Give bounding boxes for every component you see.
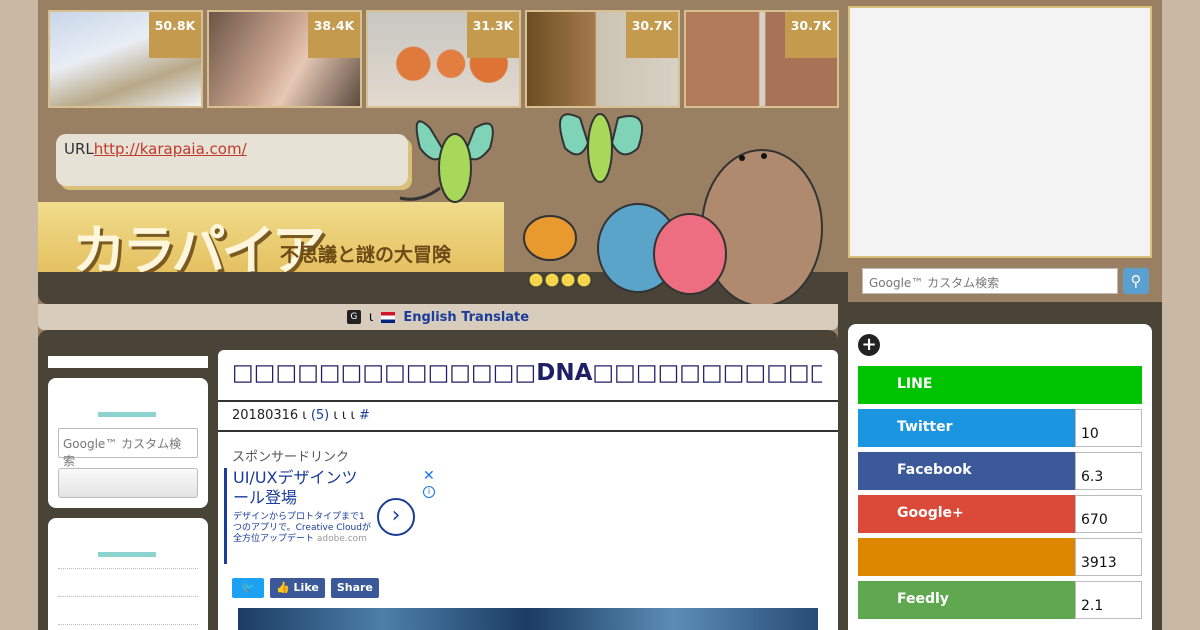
social-label: LINE [858,366,1142,404]
line-share-button[interactable]: LINE [858,366,1142,404]
article-title[interactable]: □□□□□□□□□□□□□□DNA□□□□□□□□□□□□□□□□□□NASA□ [232,360,822,386]
english-translate-link[interactable]: English Translate [403,310,529,325]
share-count: 6.3 [1075,452,1142,490]
info-icon[interactable]: i [423,486,435,498]
article-date: 20180316 [232,408,299,423]
share-buttons: 🐦 👍 Like Share [232,578,379,598]
twitter-bird-icon: 🐦 [241,581,255,594]
site-url-link[interactable]: http://karapaia.com/ [94,140,247,158]
article-card: □□□□□□□□□□□□□□DNA□□□□□□□□□□□□□□□□□□NASA□… [218,350,838,630]
article-meta: 20180316 ι (5) ι ι ι # [232,408,370,423]
thumbnail-2[interactable]: 38.4K [207,10,362,108]
view-count-badge: 31.3K [467,12,519,58]
comment-count-link[interactable]: (5) [311,408,329,423]
divider [218,400,838,402]
view-count-badge: 30.7K [626,12,678,58]
hatena-share-row[interactable]: 3913 [858,538,1142,576]
left-search-widget: Google™ カスタム検索 [48,378,208,508]
adobe-ad[interactable]: UI/UXデザインツール登場 デザインからプロトタイプまで1つのアプリで。Cre… [224,468,436,564]
pink-bird-mascot-icon [653,213,727,295]
divider [218,430,838,432]
chevron-right-icon[interactable]: › [377,498,415,536]
potato-mascot-icon [701,149,823,304]
meta-separator: ι ι ι [329,408,359,423]
facebook-share-row[interactable]: Facebook 6.3 [858,452,1142,490]
social-label: Twitter [858,409,1075,447]
facebook-like-button[interactable]: 👍 Like [270,578,325,598]
divider [58,568,198,569]
sponsored-link-label: スポンサードリンク [232,450,350,465]
uk-flag-icon [381,311,396,323]
fairy-mascot-icon [559,113,643,183]
meta-separator: ι [298,408,311,423]
permalink-hash[interactable]: # [359,408,370,423]
google-translate-icon[interactable]: G [346,310,361,324]
separator: ι [368,309,374,325]
thumbnail-3[interactable]: 31.3K [366,10,521,108]
translate-bar: G ι English Translate [38,304,838,330]
view-count-badge: 50.8K [149,12,201,58]
right-ad-slot [848,6,1152,258]
url-label: URL [64,140,94,158]
widget-heading-bar [98,412,156,417]
social-label: Facebook [858,452,1075,490]
ad-headline[interactable]: UI/UXデザインツール登場 [233,468,373,508]
facebook-share-button[interactable]: Share [330,578,379,598]
share-count: 2.1 [1075,581,1142,619]
left-sidebar-strip [48,356,208,368]
plus-icon[interactable]: + [858,334,880,356]
social-panel: + LINE Twitter 10 Facebook 6.3 Google+ 6… [848,324,1152,630]
left-list-widget [48,518,208,630]
close-icon[interactable]: ✕ [423,468,435,484]
left-search-input[interactable]: Google™ カスタム検索 [58,428,198,468]
ad-domain: adobe.com [316,534,367,544]
share-count: 670 [1075,495,1142,533]
thumbnail-1[interactable]: 50.8K [48,10,203,108]
fairy-mascot-icon [399,120,494,203]
share-count: 3913 [1075,538,1142,576]
ad-body: デザインからプロトタイプまで1つのアプリで。Creative Cloudが全方位… [233,512,373,545]
like-label: Like [293,581,319,594]
left-search-button[interactable] [58,468,198,498]
social-label: Google+ [858,495,1075,533]
thumbnail-4[interactable]: 30.7K [525,10,680,108]
orange-bird-mascot-icon [523,215,577,261]
view-count-badge: 30.7K [785,12,837,58]
share-count: 10 [1075,409,1142,447]
twitter-share-row[interactable]: Twitter 10 [858,409,1142,447]
divider [58,596,198,597]
popular-thumbnails: 50.8K 38.4K 31.3K 30.7K 30.7K [48,10,840,108]
thumbnail-5[interactable]: 30.7K [684,10,839,108]
right-search-input[interactable]: Google™ カスタム検索 [862,268,1118,294]
search-icon[interactable]: ⚲ [1123,268,1149,294]
social-label: Feedly [858,581,1075,619]
mascot-illustration [399,113,823,304]
twitter-share-button[interactable]: 🐦 [232,578,264,598]
divider [58,624,198,625]
view-count-badge: 38.4K [308,12,360,58]
article-hero-image [238,608,818,630]
feedly-share-row[interactable]: Feedly 2.1 [858,581,1142,619]
thumbs-up-icon: 👍 [276,581,290,594]
social-label [858,538,1075,576]
site-url-box: URLhttp://karapaia.com/ [56,134,408,186]
widget-heading-bar [98,552,156,557]
googleplus-share-row[interactable]: Google+ 670 [858,495,1142,533]
